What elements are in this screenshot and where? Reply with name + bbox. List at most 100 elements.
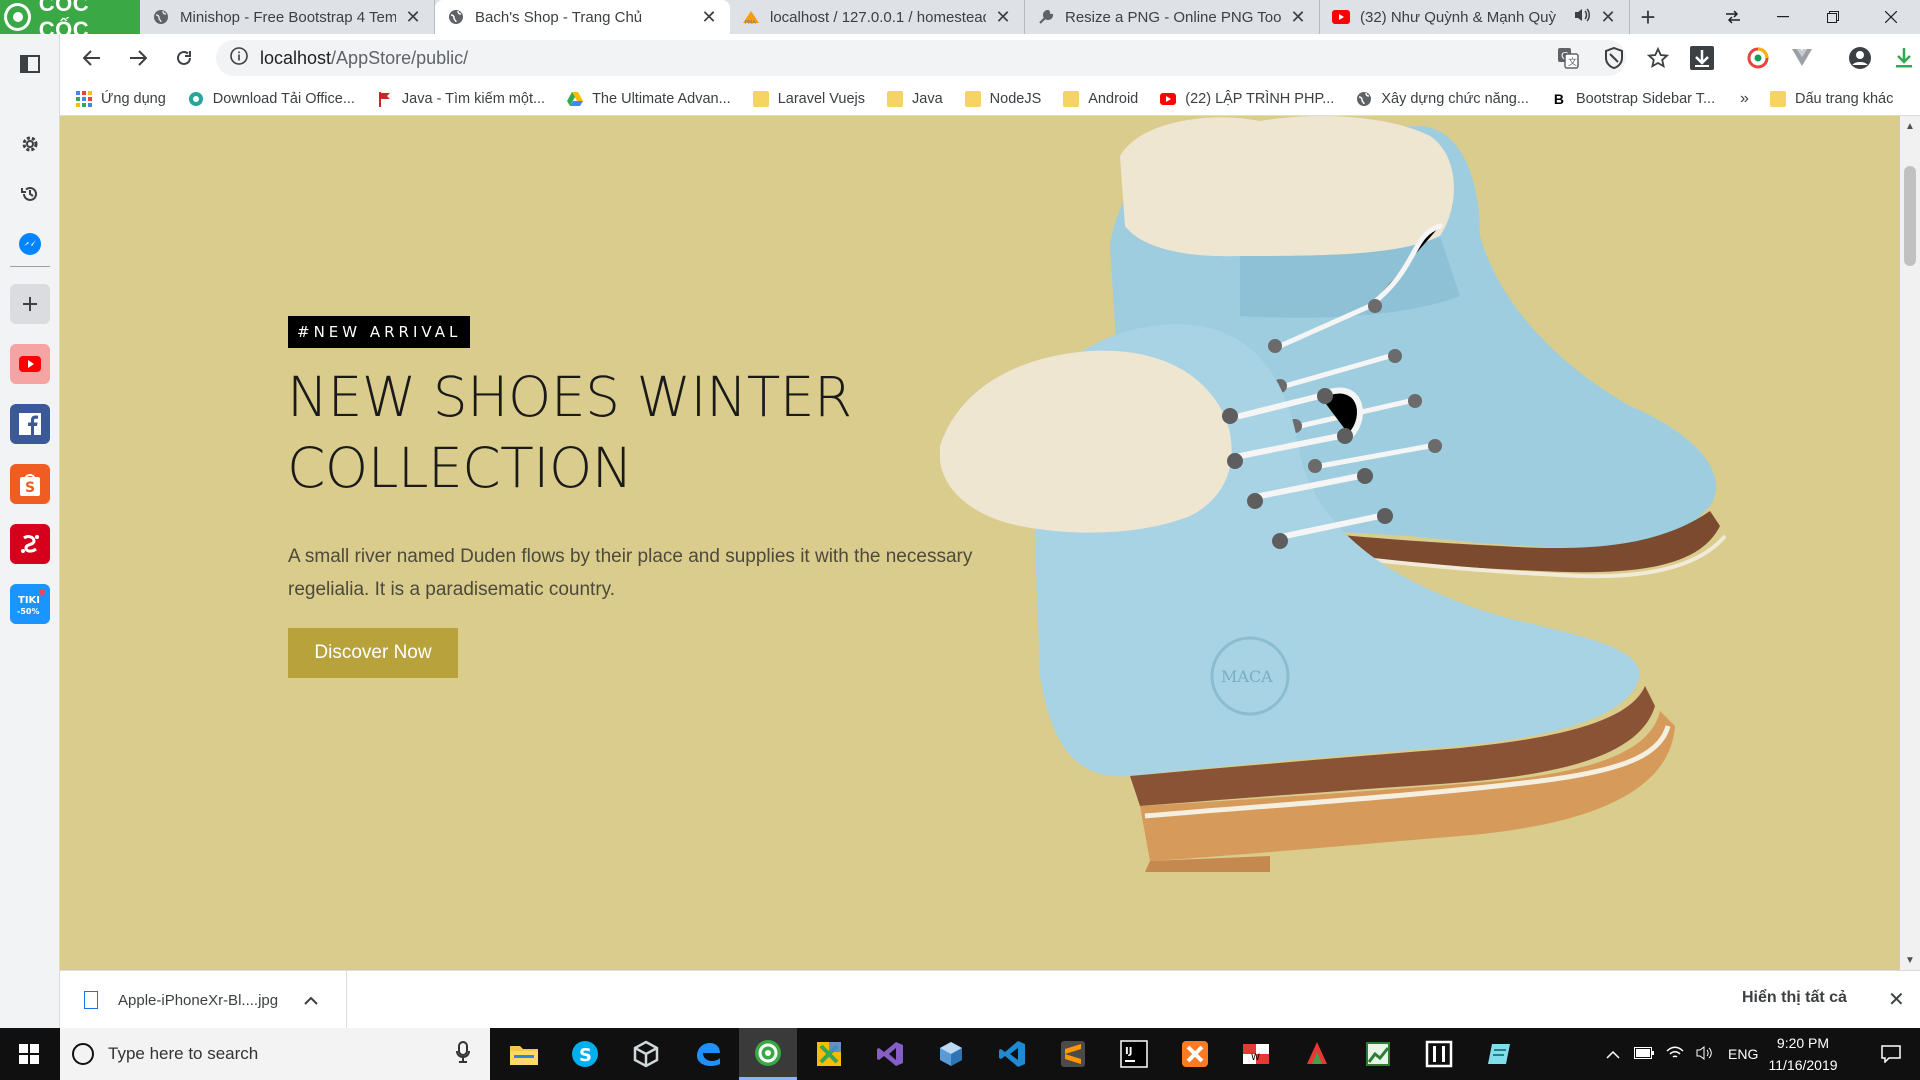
- taskbar-clock[interactable]: 9:20 PM 11/16/2019: [1758, 1032, 1848, 1076]
- tray-app-icon[interactable]: W: [1227, 1028, 1285, 1080]
- bookmark-download-office[interactable]: Download Tải Office...: [188, 91, 355, 107]
- discover-now-button[interactable]: Discover Now: [288, 628, 458, 678]
- coccoc-extension-icon[interactable]: [1740, 40, 1776, 76]
- clock-date: 11/16/2019: [1768, 1057, 1838, 1073]
- chevron-up-icon[interactable]: [304, 992, 318, 1008]
- visual-studio-icon[interactable]: [861, 1028, 919, 1080]
- tab-close-icon[interactable]: ✕: [404, 7, 422, 27]
- coccoc-taskbar-icon[interactable]: [739, 1028, 797, 1080]
- vue-devtools-icon[interactable]: [1784, 40, 1820, 76]
- bookmark-java-search[interactable]: Java - Tìm kiếm một...: [377, 91, 545, 107]
- b-icon: B: [1553, 90, 1564, 107]
- filezilla-icon[interactable]: [1288, 1028, 1346, 1080]
- svg-text:S: S: [579, 1045, 592, 1066]
- action-center-icon[interactable]: [1862, 1028, 1920, 1080]
- jetbrains-icon[interactable]: IJ: [1105, 1028, 1163, 1080]
- file-explorer-icon[interactable]: [495, 1028, 553, 1080]
- youtube-shortcut-icon[interactable]: [10, 344, 50, 384]
- new-tab-button[interactable]: +: [1630, 0, 1666, 34]
- other-bookmarks-folder[interactable]: Dấu trang khác: [1770, 90, 1893, 107]
- tab-bachs-shop[interactable]: Bach's Shop - Trang Chủ ✕: [435, 0, 730, 34]
- minimize-button[interactable]: [1758, 0, 1808, 34]
- scrollbar-thumb[interactable]: [1904, 166, 1916, 266]
- coccoc-menu-button[interactable]: CỐC CỐC: [0, 0, 140, 42]
- forward-button[interactable]: [116, 36, 160, 80]
- tiki-shortcut-icon[interactable]: TIKI -50%: [10, 584, 50, 624]
- sublime-text-icon[interactable]: [1044, 1028, 1102, 1080]
- download-status-icon[interactable]: [1886, 40, 1920, 76]
- vscode-icon[interactable]: [983, 1028, 1041, 1080]
- tab-close-icon[interactable]: ✕: [1599, 7, 1617, 27]
- adblock-shield-icon[interactable]: [1596, 40, 1632, 76]
- tab-resize-png[interactable]: Resize a PNG - Online PNG Tools ✕: [1025, 0, 1320, 34]
- profile-avatar-icon[interactable]: [1842, 40, 1878, 76]
- close-download-shelf-icon[interactable]: ✕: [1888, 987, 1905, 1012]
- bookmark-star-icon[interactable]: [1640, 40, 1676, 76]
- svg-text:-50%: -50%: [17, 607, 39, 616]
- 3d-box-icon[interactable]: [922, 1028, 980, 1080]
- start-button[interactable]: [0, 1028, 58, 1080]
- browser-toolbar: localhost/AppStore/public/ G文: [60, 34, 1920, 82]
- page-scrollbar[interactable]: ▲ ▼: [1900, 116, 1920, 970]
- settings-gear-icon[interactable]: [10, 124, 50, 164]
- xampp-icon[interactable]: [1166, 1028, 1224, 1080]
- show-all-downloads-link[interactable]: Hiển thị tất cả: [1742, 989, 1847, 1007]
- edge-icon[interactable]: [678, 1028, 736, 1080]
- tab-search-icon[interactable]: [1708, 0, 1758, 34]
- messenger-icon[interactable]: [10, 224, 50, 264]
- wrench-icon: [1037, 8, 1055, 26]
- bookmark-xay-dung[interactable]: Xây dựng chức năng...: [1356, 91, 1529, 107]
- show-hidden-icons-chevron-icon[interactable]: [1606, 1046, 1620, 1062]
- svg-text:IJ: IJ: [1125, 1046, 1132, 1057]
- tab-youtube[interactable]: (32) Như Quỳnh & Mạnh Quỳ ✕: [1320, 0, 1630, 34]
- site-info-icon[interactable]: [230, 47, 248, 69]
- more-bookmarks-chevron-icon[interactable]: »: [1740, 90, 1749, 108]
- bookmark-lap-trinh-php[interactable]: (22) LẬP TRÌNH PHP...: [1160, 91, 1334, 107]
- download-arrow-icon[interactable]: [1684, 40, 1720, 76]
- svg-text:文: 文: [1568, 56, 1577, 68]
- close-window-button[interactable]: [1866, 0, 1916, 34]
- bookmark-apps[interactable]: Ứng dụng: [76, 90, 166, 107]
- bookmark-ultimate-advan[interactable]: The Ultimate Advan...: [567, 91, 731, 107]
- scroll-up-arrow-icon[interactable]: ▲: [1900, 118, 1920, 134]
- add-shortcut-icon[interactable]: [10, 284, 50, 324]
- volume-icon[interactable]: [1696, 1045, 1714, 1063]
- youtube-icon: [1332, 8, 1350, 26]
- shopee-shortcut-icon[interactable]: S: [10, 464, 50, 504]
- microphone-icon[interactable]: [456, 1040, 470, 1068]
- reload-button[interactable]: [162, 36, 206, 80]
- tab-close-icon[interactable]: ✕: [994, 7, 1012, 27]
- translate-icon[interactable]: G文: [1550, 40, 1586, 76]
- bookmark-java[interactable]: Java: [887, 90, 943, 107]
- bookmark-label: (22) LẬP TRÌNH PHP...: [1185, 90, 1335, 107]
- tab-close-icon[interactable]: ✕: [1289, 7, 1307, 27]
- tab-minishop[interactable]: Minishop - Free Bootstrap 4 Temp ✕: [140, 0, 435, 34]
- xampp-control-icon[interactable]: [800, 1028, 858, 1080]
- bookmark-android[interactable]: Android: [1063, 90, 1138, 107]
- sendo-shortcut-icon[interactable]: [10, 524, 50, 564]
- bookmark-bootstrap-sidebar[interactable]: B Bootstrap Sidebar T...: [1551, 91, 1715, 107]
- scroll-down-arrow-icon[interactable]: ▼: [1900, 952, 1920, 968]
- bookmark-laravel-vuejs[interactable]: Laravel Vuejs: [752, 90, 865, 107]
- notes-app-icon[interactable]: [1471, 1028, 1529, 1080]
- clock-time: 9:20 PM: [1776, 1035, 1830, 1051]
- address-bar[interactable]: localhost/AppStore/public/: [216, 40, 1626, 76]
- facebook-shortcut-icon[interactable]: [10, 404, 50, 444]
- tab-close-icon[interactable]: ✕: [700, 7, 718, 27]
- battery-icon[interactable]: [1634, 1046, 1654, 1062]
- history-icon[interactable]: [10, 174, 50, 214]
- taskbar-search-box[interactable]: Type here to search: [60, 1028, 490, 1080]
- excel-chart-icon[interactable]: [1349, 1028, 1407, 1080]
- virtualbox-icon[interactable]: [617, 1028, 675, 1080]
- restore-button[interactable]: [1808, 0, 1858, 34]
- tab-phpmyadmin[interactable]: PMA localhost / 127.0.0.1 / homestead ✕: [730, 0, 1025, 34]
- wifi-icon[interactable]: [1666, 1046, 1684, 1063]
- input-language[interactable]: ENG: [1728, 1046, 1758, 1062]
- back-button[interactable]: [70, 36, 114, 80]
- skype-icon[interactable]: S: [556, 1028, 614, 1080]
- sidebar-toggle-icon[interactable]: [10, 44, 50, 84]
- terminal-app-icon[interactable]: [1410, 1028, 1468, 1080]
- download-item[interactable]: Apple-iPhoneXr-Bl....jpg: [60, 971, 347, 1029]
- speaker-icon[interactable]: [1573, 7, 1591, 27]
- bookmark-nodejs[interactable]: NodeJS: [964, 90, 1041, 107]
